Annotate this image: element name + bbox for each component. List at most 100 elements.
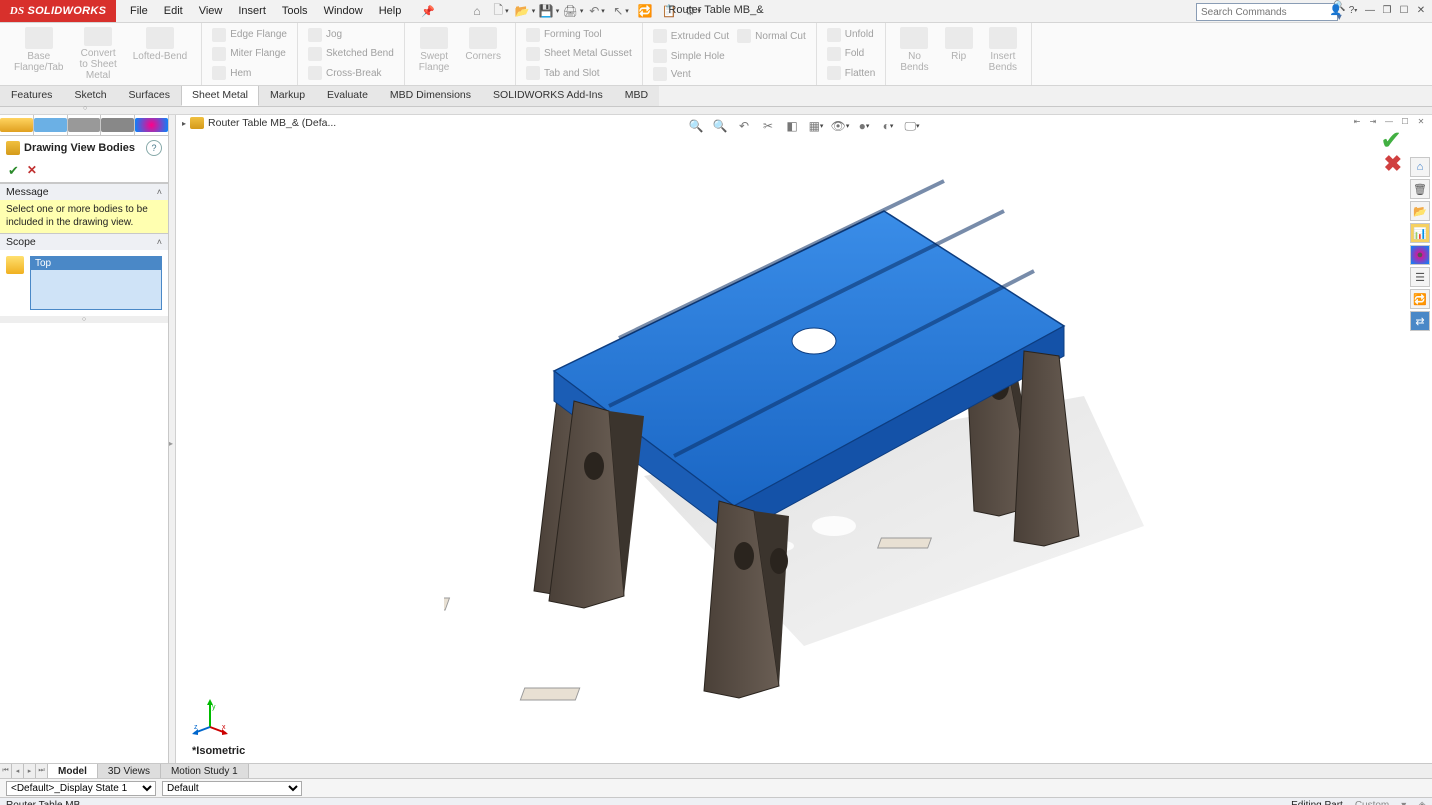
user-icon[interactable]: 👤	[1329, 3, 1343, 17]
tab-sketch[interactable]: Sketch	[63, 86, 117, 106]
side-tab-display[interactable]	[135, 115, 168, 135]
breadcrumb-item[interactable]: Router Table MB_& (Defa...	[208, 117, 336, 129]
section-view-icon[interactable]: ✂	[758, 117, 778, 135]
menu-help[interactable]: Help	[371, 1, 410, 22]
tab-nav-prev[interactable]: ◂	[12, 764, 24, 778]
model-geometry[interactable]	[444, 146, 1164, 706]
window-minimize[interactable]: —	[1363, 3, 1377, 17]
pin-icon[interactable]: 📌	[413, 1, 443, 22]
vent-button[interactable]: Vent	[649, 65, 810, 83]
ok-button[interactable]: ✔	[8, 163, 19, 179]
configuration-select[interactable]: Default	[162, 781, 302, 796]
extruded-cut-button[interactable]: Extruded Cut	[649, 25, 733, 47]
simple-hole-button[interactable]: Simple Hole	[649, 47, 810, 65]
forming-tool-button[interactable]: Forming Tool	[522, 25, 636, 44]
flatten-button[interactable]: Flatten	[823, 64, 880, 83]
base-flange-button[interactable]: Base Flange/Tab	[6, 25, 71, 83]
scope-section-header[interactable]: Scope˄	[0, 234, 168, 250]
zoom-fit-icon[interactable]: 🔍	[686, 117, 706, 135]
tab-markup[interactable]: Markup	[259, 86, 316, 106]
rip-button[interactable]: Rip	[937, 25, 981, 83]
no-bends-button[interactable]: No Bends	[892, 25, 936, 83]
jog-button[interactable]: Jog	[304, 25, 398, 44]
tab-mbd-dimensions[interactable]: MBD Dimensions	[379, 86, 482, 106]
task-custom-properties-icon[interactable]: 🔁	[1410, 289, 1430, 309]
view-settings-icon[interactable]: 🖵▾	[902, 117, 922, 135]
rebuild-icon[interactable]: 🔁	[635, 2, 655, 20]
tab-mbd[interactable]: MBD	[614, 86, 659, 106]
graphics-viewport[interactable]: ▸ Router Table MB_& (Defa... ⇤ ⇥ — ☐ ✕ 🔍…	[176, 115, 1432, 763]
task-forum-icon[interactable]: ⇄	[1410, 311, 1430, 331]
print-icon[interactable]: 🖨▾	[563, 2, 583, 20]
menu-file[interactable]: File	[122, 1, 156, 22]
status-unit-icon[interactable]: ◈	[1418, 800, 1426, 805]
doc-tab-model[interactable]: Model	[48, 764, 98, 778]
tab-surfaces[interactable]: Surfaces	[118, 86, 181, 106]
open-icon[interactable]: 📂▾	[515, 2, 535, 20]
view-triad[interactable]: yxz	[192, 699, 228, 735]
insert-bends-button[interactable]: Insert Bends	[981, 25, 1025, 83]
miter-flange-button[interactable]: Miter Flange	[208, 44, 291, 63]
side-tab-dimxpert[interactable]	[101, 115, 135, 135]
panel-grip[interactable]: ○	[0, 316, 168, 323]
display-state-select[interactable]: <Default>_Display State 1	[6, 781, 156, 796]
cross-break-button[interactable]: Cross-Break	[304, 64, 398, 83]
task-file-explorer-icon[interactable]: 📊	[1410, 223, 1430, 243]
task-home-icon[interactable]: ⌂	[1410, 157, 1430, 177]
tab-features[interactable]: Features	[0, 86, 63, 106]
search-input[interactable]	[1201, 7, 1333, 18]
side-tab-configuration[interactable]	[68, 115, 102, 135]
hem-button[interactable]: Hem	[208, 64, 291, 83]
lofted-bend-button[interactable]: Lofted-Bend	[125, 25, 196, 83]
help-button[interactable]: ?	[146, 140, 162, 156]
side-tab-feature-tree[interactable]	[0, 115, 34, 135]
status-dropdown-icon[interactable]: ▾	[1401, 800, 1406, 805]
viewport-collapse[interactable]: ⇤	[1350, 115, 1364, 127]
select-icon[interactable]: ↖▾	[611, 2, 631, 20]
convert-sheet-metal-button[interactable]: Convert to Sheet Metal	[71, 25, 124, 83]
menu-view[interactable]: View	[191, 1, 231, 22]
apply-scene-icon[interactable]: ◐▾	[878, 117, 898, 135]
tab-nav-last[interactable]: ⏭	[36, 764, 48, 778]
tab-sheet-metal[interactable]: Sheet Metal	[181, 86, 259, 106]
help-icon[interactable]: ?▾	[1346, 3, 1360, 17]
viewport-expand[interactable]: ⇥	[1366, 115, 1380, 127]
window-restore[interactable]: ❐	[1380, 3, 1394, 17]
tab-evaluate[interactable]: Evaluate	[316, 86, 379, 106]
corners-button[interactable]: Corners	[457, 25, 509, 83]
save-icon[interactable]: 💾▾	[539, 2, 559, 20]
cancel-button[interactable]: ✕	[27, 163, 37, 179]
search-commands[interactable]: 🔍▾	[1196, 3, 1338, 21]
new-icon[interactable]: 🗋▾	[491, 2, 511, 20]
undo-icon[interactable]: ↶▾	[587, 2, 607, 20]
scope-item-top[interactable]: Top	[31, 257, 161, 270]
window-close[interactable]: ✕	[1414, 3, 1428, 17]
task-design-library-icon[interactable]: 📂	[1410, 201, 1430, 221]
menu-edit[interactable]: Edit	[156, 1, 191, 22]
side-tab-property-manager[interactable]	[34, 115, 68, 135]
doc-tab-motion-study[interactable]: Motion Study 1	[161, 764, 249, 778]
task-appearances-icon[interactable]: ☰	[1410, 267, 1430, 287]
unfold-button[interactable]: Unfold	[823, 25, 880, 44]
status-custom[interactable]: Custom	[1355, 800, 1389, 805]
home-icon[interactable]: ⌂	[467, 2, 487, 20]
display-style-icon[interactable]: ▦▾	[806, 117, 826, 135]
fold-button[interactable]: Fold	[823, 44, 880, 63]
tab-slot-button[interactable]: Tab and Slot	[522, 64, 636, 83]
edge-flange-button[interactable]: Edge Flange	[208, 25, 291, 44]
tab-nav-first[interactable]: ⏮	[0, 764, 12, 778]
hide-show-icon[interactable]: 👁▾	[830, 117, 850, 135]
normal-cut-button[interactable]: Normal Cut	[733, 25, 810, 47]
ribbon-grip[interactable]	[0, 107, 1432, 115]
edit-appearance-icon[interactable]: ●▾	[854, 117, 874, 135]
previous-view-icon[interactable]: ↶	[734, 117, 754, 135]
message-section-header[interactable]: Message˄	[0, 184, 168, 200]
tab-solidworks-addins[interactable]: SOLIDWORKS Add-Ins	[482, 86, 614, 106]
scope-selection-list[interactable]: Top	[30, 256, 162, 310]
doc-tab-3d-views[interactable]: 3D Views	[98, 764, 161, 778]
confirm-cancel-icon[interactable]: ✖	[1384, 151, 1402, 177]
viewport-close[interactable]: ✕	[1414, 115, 1428, 127]
expand-icon[interactable]: ▸	[182, 119, 186, 128]
panel-splitter[interactable]	[169, 115, 176, 763]
task-resources-icon[interactable]: 🗑	[1410, 179, 1430, 199]
